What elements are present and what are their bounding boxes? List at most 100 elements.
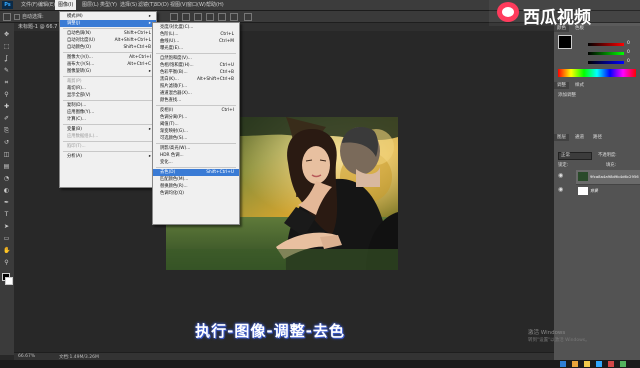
align-bottom-icon[interactable] [194,13,202,21]
align-left-icon[interactable] [206,13,214,21]
menu-item[interactable]: 色相/饱和度(H)... Ctrl+U [153,62,239,69]
menu-item[interactable]: 调整(J) ▸ [60,20,156,27]
eyedropper-icon[interactable]: ⚲ [3,91,10,98]
align-top-icon[interactable] [170,13,178,21]
tab-styles[interactable]: 样式 [572,82,587,89]
move-tool-icon[interactable] [3,13,11,21]
menu-item[interactable]: 匹配颜色(M)... [153,176,239,183]
background-color-icon[interactable] [5,277,13,285]
align-right-icon[interactable] [230,13,238,21]
gradient-tool-icon[interactable]: ▤ [3,163,10,170]
align-center-icon[interactable] [218,13,226,21]
move-tool-icon[interactable]: ✥ [3,31,10,38]
menu-item[interactable]: 自动色调(N) Shift+Ctrl+L [60,30,156,37]
menu-item[interactable]: 渐变映射(G)... [153,128,239,135]
crop-tool-icon[interactable]: ⌗ [3,79,10,86]
menu-item[interactable]: 去色(D) Shift+Ctrl+U [153,169,239,176]
lasso-tool-icon[interactable]: ʆ [3,55,10,62]
color-spectrum[interactable] [558,69,636,77]
red-value[interactable]: 0 [627,41,630,46]
menu-item[interactable]: 照片滤镜(F)... [153,83,239,90]
distribute-icon[interactable] [244,13,252,21]
layer-row[interactable]: 9fca8a4a98d9b4d6c2956 [576,170,640,185]
menu-item[interactable]: 自动对比度(U) Alt+Shift+Ctrl+L [60,37,156,44]
eraser-icon[interactable]: ◫ [3,151,10,158]
menu-item[interactable]: 颜色查找... [153,97,239,104]
menu-item[interactable]: 显示全部(V) [60,92,156,99]
menu-item[interactable]: 变量(B) ▸ [60,126,156,133]
document-tab[interactable]: 未标题-1 @ 66.7 [18,23,57,31]
menu-item[interactable]: 帮助(H) [203,0,227,10]
tab-paths[interactable]: 路径 [590,134,605,141]
green-slider[interactable] [588,52,624,55]
menu-item[interactable]: 可选颜色(S)... [153,135,239,142]
quick-select-icon[interactable]: ✎ [3,67,10,74]
tab-channels[interactable]: 通道 [572,134,587,141]
blur-tool-icon[interactable]: ◔ [3,175,10,182]
menu-item[interactable]: 黑白(K)... Alt+Shift+Ctrl+B [153,76,239,83]
layer-name[interactable]: 9fca8a4a98d9b4d6c2956 [590,174,639,179]
menu-item[interactable]: 色调分离(P)... [153,114,239,121]
zoom-level[interactable]: 66.67% [18,354,35,359]
browser-icon[interactable] [572,361,578,367]
healing-brush-icon[interactable]: ✚ [3,103,10,110]
menu-item[interactable]: 计算(C)... [60,116,156,123]
menu-item[interactable]: HDR 色调... [153,152,239,159]
brush-tool-icon[interactable]: ✐ [3,115,10,122]
menu-item[interactable]: 图像(I) [55,0,77,10]
blue-slider[interactable] [588,61,624,64]
menu-item[interactable]: 色彩平衡(B)... Ctrl+B [153,69,239,76]
history-brush-icon[interactable]: ↺ [3,139,10,146]
marquee-tool-icon[interactable]: ⬚ [3,43,10,50]
dodge-tool-icon[interactable]: ◐ [3,187,10,194]
menu-item[interactable]: 反相(I) Ctrl+I [153,107,239,114]
tab-adjustments[interactable]: 调整 [554,82,569,89]
start-icon[interactable] [560,361,566,367]
menu-separator [156,143,236,144]
tab-layers[interactable]: 图层 [554,134,569,141]
menu-item[interactable]: 模式(M) ▸ [60,13,156,20]
layer-row[interactable]: 背景 [576,185,640,197]
green-value[interactable]: 0 [627,50,630,55]
media-icon[interactable] [608,361,614,367]
zoom-tool-icon[interactable]: ⚲ [3,259,10,266]
menu-item[interactable]: 复制(D)... [60,102,156,109]
clone-stamp-icon[interactable]: ⎘ [3,127,10,134]
chat-icon[interactable] [620,361,626,367]
type-tool-icon[interactable]: T [3,211,10,218]
photoshop-icon[interactable] [596,361,602,367]
folder-icon[interactable] [584,361,590,367]
menu-item[interactable]: 应用图像(Y)... [60,109,156,116]
menu-item[interactable]: 亮度/对比度(C)... [153,24,239,31]
hand-tool-icon[interactable]: ✋ [3,247,10,254]
pen-tool-icon[interactable]: ✒ [3,199,10,206]
menu-item[interactable]: 阴影/高光(W)... [153,145,239,152]
menu-item[interactable]: 曝光度(E)... [153,45,239,52]
menu-item[interactable]: 自然饱和度(V)... [153,55,239,62]
foreground-color-swatch[interactable] [558,35,572,49]
eye-icon[interactable]: ◉ [558,173,564,179]
layer-name[interactable]: 背景 [590,188,598,194]
menu-item[interactable]: 替换颜色(R)... [153,183,239,190]
menu-item[interactable]: 色调均化(Q) [153,190,239,197]
menu-item[interactable]: 阈值(T)... [153,121,239,128]
red-slider[interactable] [588,43,624,46]
menu-item[interactable]: 通道混合器(X)... [153,90,239,97]
blend-mode-select[interactable]: 正常 [558,152,592,160]
menu-item: 应用数据组(L)... [60,133,156,140]
align-middle-icon[interactable] [182,13,190,21]
eye-icon[interactable]: ◉ [558,187,564,193]
menu-item[interactable]: 图像大小(I)... Alt+Ctrl+I [60,54,156,61]
menu-item[interactable]: 图像旋转(G) ▸ [60,68,156,75]
shape-tool-icon[interactable]: ▭ [3,235,10,242]
menu-item[interactable]: 色阶(L)... Ctrl+L [153,31,239,38]
menu-item[interactable]: 分析(A) ▸ [60,153,156,160]
menu-item[interactable]: 变化... [153,159,239,166]
blue-value[interactable]: 0 [627,59,630,64]
menu-item[interactable]: 画布大小(S)... Alt+Ctrl+C [60,61,156,68]
menu-item[interactable]: 裁切(R)... [60,85,156,92]
path-select-icon[interactable]: ➤ [3,223,10,230]
auto-select-checkbox[interactable] [14,14,20,20]
menu-item[interactable]: 曲线(U)... Ctrl+M [153,38,239,45]
menu-item[interactable]: 自动颜色(O) Shift+Ctrl+B [60,44,156,51]
